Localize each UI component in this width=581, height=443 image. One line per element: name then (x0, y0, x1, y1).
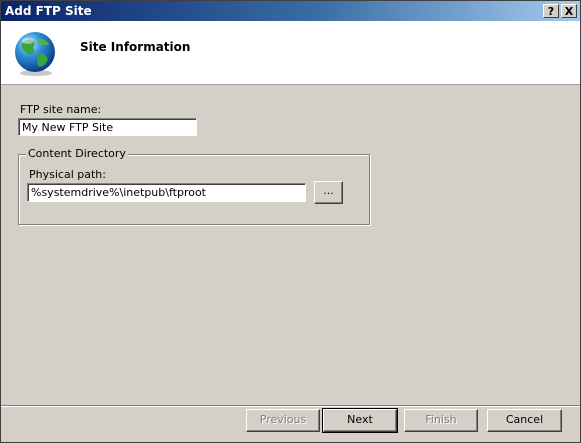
wizard-header: Site Information (1, 21, 580, 85)
footer-divider (1, 405, 580, 407)
page-title: Site Information (80, 40, 191, 54)
add-ftp-site-dialog: Add FTP Site ? X Site Information FTP si… (0, 0, 581, 443)
finish-button[interactable]: Finish (404, 409, 478, 432)
site-name-input[interactable]: My New FTP Site (18, 118, 197, 136)
content-directory-label: Content Directory (26, 147, 128, 160)
globe-icon (15, 32, 55, 76)
site-name-label: FTP site name: (20, 103, 102, 116)
title-bar[interactable]: Add FTP Site ? X (1, 1, 580, 21)
previous-button[interactable]: Previous (246, 409, 320, 432)
window-title: Add FTP Site (5, 4, 92, 18)
close-button[interactable]: X (561, 4, 577, 18)
next-button[interactable]: Next (322, 408, 398, 433)
cancel-button[interactable]: Cancel (487, 409, 562, 432)
physical-path-label: Physical path: (29, 168, 106, 181)
help-button[interactable]: ? (543, 4, 559, 18)
browse-button[interactable]: ... (314, 181, 343, 204)
physical-path-input[interactable]: %systemdrive%\inetpub\ftproot (27, 183, 306, 202)
